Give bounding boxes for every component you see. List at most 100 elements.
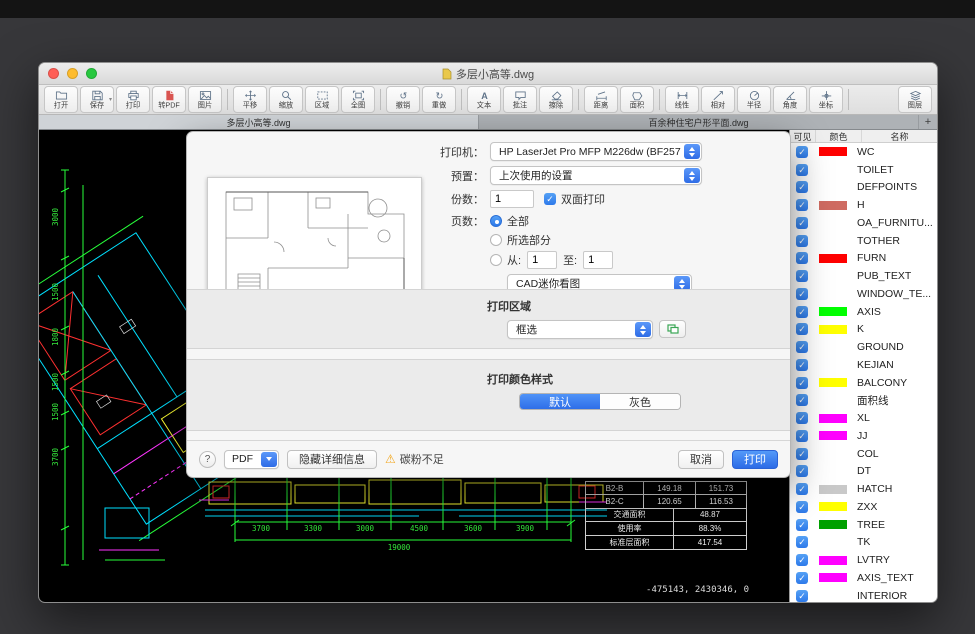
layer-visibility-checkbox[interactable]: ✓ — [796, 519, 808, 531]
layer-row[interactable]: ✓AXIS — [790, 303, 937, 321]
layer-row[interactable]: ✓KEJIAN — [790, 356, 937, 374]
layer-row[interactable]: ✓TOTHER — [790, 232, 937, 250]
layer-color-swatch — [819, 165, 847, 174]
layer-visibility-checkbox[interactable]: ✓ — [796, 270, 808, 282]
toolbar-button-zoom[interactable]: 缩放 — [269, 86, 303, 113]
pdf-menu-button[interactable]: PDF — [224, 450, 279, 469]
layer-visibility-checkbox[interactable]: ✓ — [796, 252, 808, 264]
layer-row[interactable]: ✓K — [790, 321, 937, 339]
help-button[interactable]: ? — [199, 451, 216, 468]
layer-visibility-checkbox[interactable]: ✓ — [796, 359, 808, 371]
toolbar-button-linear[interactable]: 线性 — [665, 86, 699, 113]
printer-select[interactable]: HP LaserJet Pro MFP M226dw (BF2574) — [490, 142, 702, 161]
layer-row[interactable]: ✓COL — [790, 445, 937, 463]
toolbar-button-undo[interactable]: 撤销 — [386, 86, 420, 113]
layer-visibility-checkbox[interactable]: ✓ — [796, 235, 808, 247]
layer-row[interactable]: ✓WC — [790, 143, 937, 161]
layer-visibility-checkbox[interactable]: ✓ — [796, 536, 808, 548]
layer-visibility-checkbox[interactable]: ✓ — [796, 377, 808, 389]
layer-visibility-checkbox[interactable]: ✓ — [796, 217, 808, 229]
toolbar-button-text[interactable]: 文本 — [467, 86, 501, 113]
layer-row[interactable]: ✓XL — [790, 409, 937, 427]
pages-all-radio[interactable] — [490, 215, 502, 227]
layer-visibility-checkbox[interactable]: ✓ — [796, 501, 808, 513]
tab-add-button[interactable]: + — [919, 115, 937, 129]
layer-row[interactable]: ✓H — [790, 196, 937, 214]
layer-row[interactable]: ✓OA_FURNITU... — [790, 214, 937, 232]
layer-visibility-checkbox[interactable]: ✓ — [796, 394, 808, 406]
toolbar-button-save[interactable]: 保存▾ — [80, 86, 114, 113]
two-sided-checkbox[interactable]: ✓ — [544, 193, 556, 205]
toolbar-button-full-extent[interactable]: 全图 — [341, 86, 375, 113]
toolbar-button-pdf[interactable]: 转PDF — [152, 86, 186, 113]
toolbar-button-open[interactable]: 打开 — [44, 86, 78, 113]
tab-inactive[interactable]: 百余种住宅户形平面.dwg — [479, 115, 919, 129]
layer-visibility-checkbox[interactable]: ✓ — [796, 483, 808, 495]
cancel-button[interactable]: 取消 — [678, 450, 724, 469]
layer-row[interactable]: ✓PUB_TEXT — [790, 267, 937, 285]
layer-row[interactable]: ✓AXIS_TEXT — [790, 569, 937, 587]
toolbar-button-image[interactable]: 图片 — [188, 86, 222, 113]
pages-range-radio[interactable] — [490, 254, 502, 266]
layer-visibility-checkbox[interactable]: ✓ — [796, 323, 808, 335]
layer-row[interactable]: ✓ZXX — [790, 498, 937, 516]
layer-visibility-checkbox[interactable]: ✓ — [796, 572, 808, 584]
print-area-pick-button[interactable] — [659, 320, 686, 338]
layer-row[interactable]: ✓面积线 — [790, 392, 937, 410]
layer-visibility-checkbox[interactable]: ✓ — [796, 430, 808, 442]
close-button[interactable] — [48, 68, 59, 79]
toolbar-button-print[interactable]: 打印 — [116, 86, 150, 113]
layer-row[interactable]: ✓HATCH — [790, 480, 937, 498]
layer-row[interactable]: ✓TOILET — [790, 161, 937, 179]
zoom-button[interactable] — [86, 68, 97, 79]
layer-visibility-checkbox[interactable]: ✓ — [796, 448, 808, 460]
pages-selection-radio[interactable] — [490, 234, 502, 246]
layer-visibility-checkbox[interactable]: ✓ — [796, 164, 808, 176]
layer-row[interactable]: ✓DEFPOINTS — [790, 179, 937, 197]
toolbar-button-layers[interactable]: 图层 — [898, 86, 932, 113]
layer-visibility-checkbox[interactable]: ✓ — [796, 554, 808, 566]
layer-row[interactable]: ✓INTERIOR — [790, 587, 937, 603]
tab-active[interactable]: 多层小高等.dwg — [39, 115, 479, 129]
pages-from-input[interactable] — [527, 251, 557, 269]
print-button[interactable]: 打印 — [732, 450, 778, 469]
layer-visibility-checkbox[interactable]: ✓ — [796, 341, 808, 353]
toolbar-button-erase[interactable]: 擦除 — [539, 86, 573, 113]
toolbar-button-distance[interactable]: 距离 — [584, 86, 618, 113]
layer-row[interactable]: ✓BALCONY — [790, 374, 937, 392]
layer-row[interactable]: ✓FURN — [790, 250, 937, 268]
toolbar-button-relative[interactable]: 相对 — [701, 86, 735, 113]
layer-visibility-checkbox[interactable]: ✓ — [796, 412, 808, 424]
layer-visibility-checkbox[interactable]: ✓ — [796, 465, 808, 477]
layer-row[interactable]: ✓DT — [790, 463, 937, 481]
color-gray-segment[interactable]: 灰色 — [600, 394, 680, 409]
layer-visibility-checkbox[interactable]: ✓ — [796, 288, 808, 300]
copies-input[interactable] — [490, 190, 534, 208]
toolbar-button-radius[interactable]: 半径 — [737, 86, 771, 113]
layer-visibility-checkbox[interactable]: ✓ — [796, 146, 808, 158]
toolbar-button-redo[interactable]: 重做 — [422, 86, 456, 113]
layer-row[interactable]: ✓TREE — [790, 516, 937, 534]
undo-icon — [396, 90, 411, 101]
layer-row[interactable]: ✓GROUND — [790, 338, 937, 356]
toolbar-button-region[interactable]: 区域 — [305, 86, 339, 113]
color-default-segment[interactable]: 默认 — [520, 394, 600, 409]
layer-visibility-checkbox[interactable]: ✓ — [796, 590, 808, 602]
toolbar-button-angle[interactable]: 角度 — [773, 86, 807, 113]
layer-visibility-checkbox[interactable]: ✓ — [796, 199, 808, 211]
pages-to-input[interactable] — [583, 251, 613, 269]
minimize-button[interactable] — [67, 68, 78, 79]
print-area-select[interactable]: 框选 — [507, 320, 653, 339]
layer-row[interactable]: ✓TK — [790, 534, 937, 552]
toolbar-button-coordinate[interactable]: 坐标 — [809, 86, 843, 113]
layer-row[interactable]: ✓LVTRY — [790, 551, 937, 569]
toolbar-button-area[interactable]: 面积 — [620, 86, 654, 113]
layer-visibility-checkbox[interactable]: ✓ — [796, 181, 808, 193]
presets-select[interactable]: 上次使用的设置 — [490, 166, 702, 185]
hide-details-button[interactable]: 隐藏详细信息 — [287, 450, 377, 469]
toolbar-button-pan[interactable]: 平移 — [233, 86, 267, 113]
layer-visibility-checkbox[interactable]: ✓ — [796, 306, 808, 318]
toolbar-button-annotate[interactable]: 批注 — [503, 86, 537, 113]
layer-row[interactable]: ✓JJ — [790, 427, 937, 445]
layer-row[interactable]: ✓WINDOW_TE... — [790, 285, 937, 303]
